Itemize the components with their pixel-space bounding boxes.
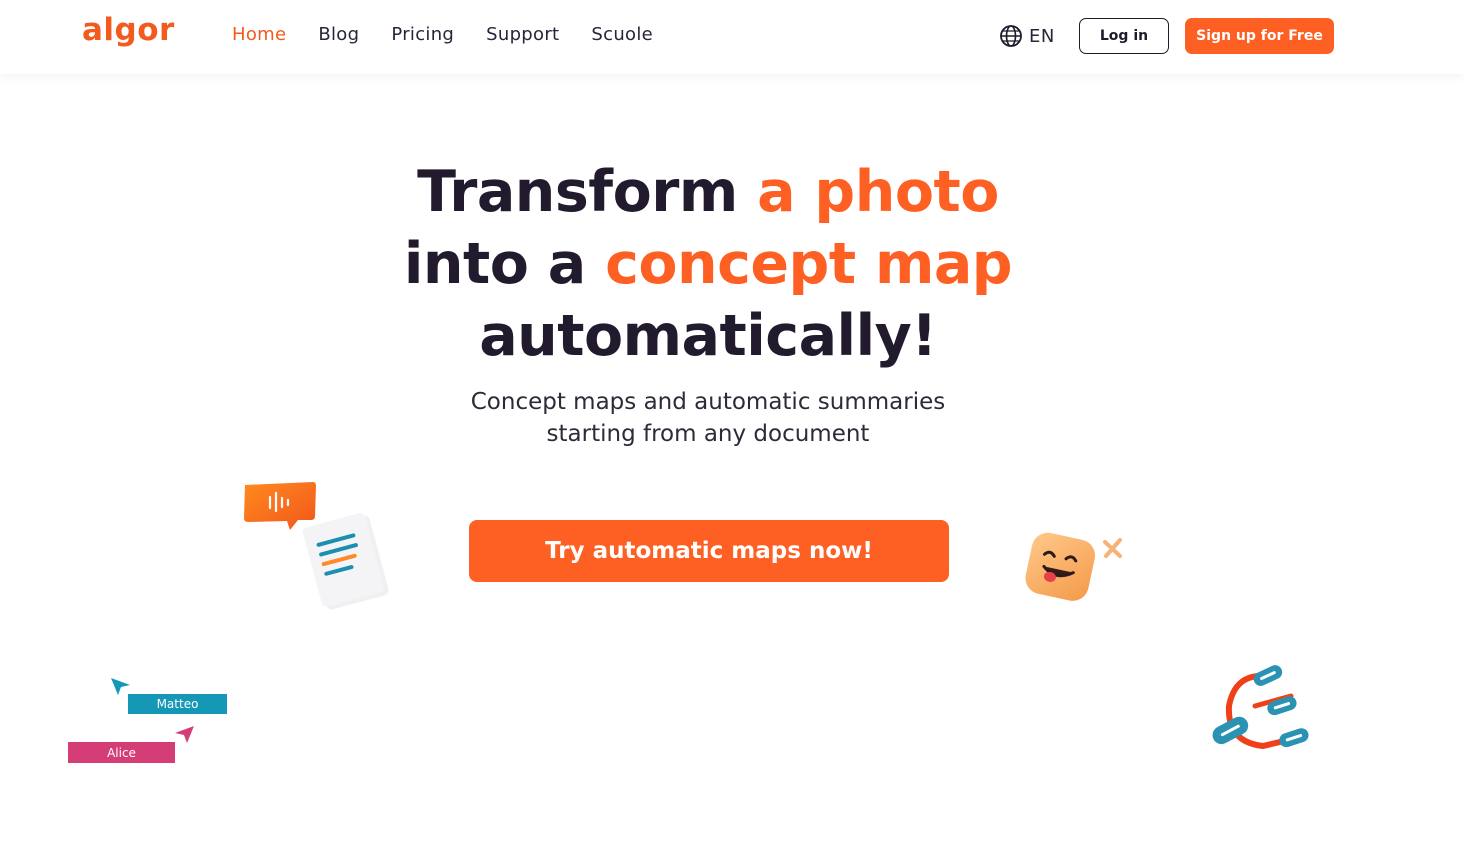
signup-button[interactable]: Sign up for Free [1185, 18, 1334, 54]
hero-subtitle: Concept maps and automatic summaries sta… [430, 386, 986, 450]
hero-title-part1: Transform [417, 159, 758, 225]
nav-home[interactable]: Home [232, 24, 286, 45]
hero-subtitle-line1: Concept maps and automatic summaries [470, 389, 946, 415]
hero-title-part3: automatically! [479, 303, 937, 369]
language-label: EN [1029, 25, 1055, 47]
collaborator-tag-alice: Alice [68, 742, 175, 763]
sparkle-icon [1103, 538, 1122, 558]
login-button[interactable]: Log in [1079, 18, 1169, 54]
try-maps-button[interactable]: Try automatic maps now! [469, 520, 949, 582]
cursor-arrow-icon [175, 726, 194, 743]
smiley-face-icon [1025, 532, 1095, 601]
hero-title-part2: into a [403, 231, 606, 297]
hero-title-highlight1: a photo [757, 159, 999, 225]
hero-title: Transform a photo into a concept map aut… [330, 156, 1086, 372]
hero-subtitle-line2: starting from any document [546, 421, 870, 447]
document-icon [302, 513, 389, 610]
nav-scuole[interactable]: Scuole [591, 24, 653, 45]
collaborator-tag-matteo: Matteo [128, 694, 227, 714]
magnet-link-icon [1212, 665, 1309, 750]
algor-logo[interactable]: algor [82, 12, 175, 48]
nav-blog[interactable]: Blog [318, 24, 359, 45]
main-nav: Home Blog Pricing Support Scuole [232, 24, 685, 45]
globe-icon [1000, 25, 1022, 47]
nav-pricing[interactable]: Pricing [391, 24, 454, 45]
nav-support[interactable]: Support [486, 24, 559, 45]
language-selector[interactable]: EN [999, 24, 1055, 48]
hero-title-highlight2: concept map [605, 231, 1013, 297]
site-header: algor Home Blog Pricing Support Scuole E… [0, 0, 1463, 74]
